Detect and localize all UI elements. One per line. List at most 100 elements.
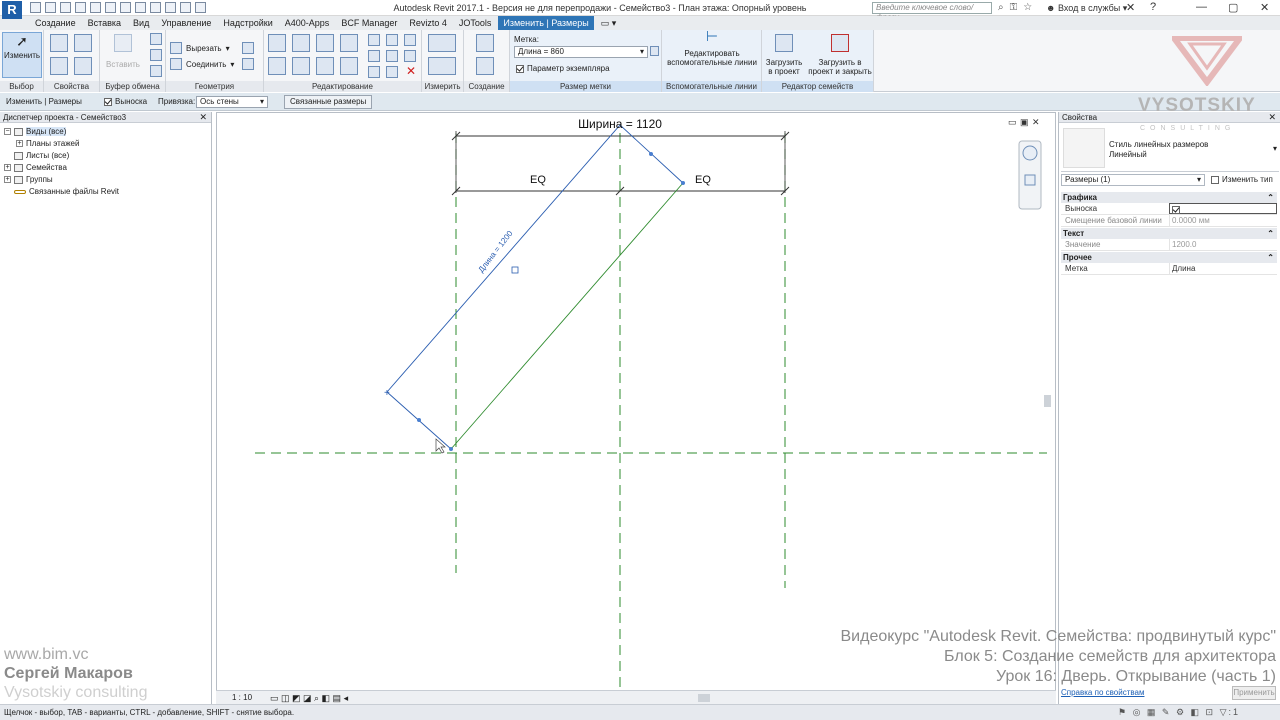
- view-scale[interactable]: 1 : 10: [232, 693, 252, 702]
- leader-checkbox[interactable]: Выноска: [104, 97, 147, 106]
- revit-app-icon[interactable]: R: [2, 1, 22, 19]
- help-icon[interactable]: ?: [1150, 1, 1156, 13]
- trim-extend-icon[interactable]: [340, 57, 358, 75]
- mirror-draw-axis-icon[interactable]: [340, 34, 358, 52]
- family-parameters-icon[interactable]: [650, 46, 659, 56]
- tab-manage[interactable]: Управление: [156, 16, 216, 30]
- tree-item-sheets[interactable]: Листы (все): [4, 151, 69, 160]
- tab-view[interactable]: Вид: [128, 16, 154, 30]
- linked-dimensions-button[interactable]: Связанные размеры: [284, 95, 373, 109]
- detail-level-icon[interactable]: ▭ ◫ ◩ ◪ ⌕ ◧ ▤ ◂: [270, 693, 348, 704]
- collapse-icon[interactable]: −: [4, 128, 11, 136]
- type-selector[interactable]: Стиль линейных размеров Линейный ▾: [1061, 126, 1279, 172]
- edit-type-button[interactable]: Изменить тип: [1211, 174, 1277, 186]
- switch-windows-icon[interactable]: [195, 2, 206, 13]
- dimension-icon[interactable]: [105, 2, 116, 13]
- copy-icon[interactable]: [150, 49, 162, 61]
- instance-filter-select[interactable]: Размеры (1) ▾: [1061, 174, 1205, 186]
- subscription-icon[interactable]: ⚿: [1010, 2, 1018, 13]
- panel-label-select[interactable]: Выбор: [0, 81, 43, 92]
- tab-bcf-manager[interactable]: BCF Manager: [336, 16, 402, 30]
- thin-lines-icon[interactable]: [165, 2, 176, 13]
- open-icon[interactable]: [30, 2, 41, 13]
- tab-addins[interactable]: Надстройки: [218, 16, 277, 30]
- delete-icon[interactable]: ✕: [406, 64, 416, 78]
- prop-group-text[interactable]: Текст ⌃: [1061, 228, 1277, 239]
- copy-element-icon[interactable]: [292, 57, 310, 75]
- close-icon[interactable]: ✕: [1268, 112, 1276, 123]
- paint-icon[interactable]: [242, 58, 254, 70]
- tab-a400-apps[interactable]: A400-Apps: [280, 16, 335, 30]
- prop-value-label[interactable]: Длина: [1169, 263, 1277, 275]
- exchange-icon[interactable]: ✕: [1126, 1, 1135, 14]
- tab-create[interactable]: Создание: [30, 16, 81, 30]
- tab-insert[interactable]: Вставка: [83, 16, 126, 30]
- unpin-icon[interactable]: [386, 66, 398, 78]
- join-geometry-button[interactable]: Соединить ▾: [170, 58, 234, 70]
- cut-icon[interactable]: [150, 33, 162, 45]
- tree-item-families[interactable]: + Семейства: [4, 163, 67, 172]
- prop-value-leader[interactable]: [1169, 203, 1277, 214]
- properties-icon[interactable]: [50, 34, 68, 52]
- label-dimension-select[interactable]: Длина = 860 ▾: [514, 46, 648, 58]
- 3d-view-icon[interactable]: [135, 2, 146, 13]
- drawing-area[interactable]: + Длина = 1200 Ширина = 1120 EQ EQ ▭ ▣ ✕: [216, 112, 1056, 704]
- create-group-icon[interactable]: [476, 57, 494, 75]
- text-icon[interactable]: [120, 2, 131, 13]
- tree-item-groups[interactable]: + Группы: [4, 175, 53, 184]
- split-face-icon[interactable]: [242, 42, 254, 54]
- expand-icon[interactable]: +: [16, 140, 23, 148]
- checkbox-checked-icon[interactable]: [1172, 205, 1180, 214]
- instance-parameter-checkbox[interactable]: Параметр экземпляра: [516, 64, 610, 73]
- collapse-icon[interactable]: ⌃: [1267, 192, 1274, 203]
- floor-plan-drawing[interactable]: + Длина = 1200 Ширина = 1120 EQ EQ ▭ ▣ ✕: [217, 113, 1056, 704]
- offset-icon[interactable]: [292, 34, 310, 52]
- split-element-icon[interactable]: [368, 34, 380, 46]
- close-hidden-icon[interactable]: [180, 2, 191, 13]
- sign-in-button[interactable]: ☻ Вход в службы ▾: [1046, 3, 1127, 14]
- status-icons[interactable]: ⚑ ◎ ▦ ✎ ⚙ ◧ ⊡ ▽:1: [1118, 707, 1240, 718]
- family-types-icon[interactable]: [50, 57, 68, 75]
- family-category-icon[interactable]: [74, 57, 92, 75]
- ribbon-minimize-toggle[interactable]: ▭ ▾: [596, 16, 622, 30]
- cut-geometry-button[interactable]: Вырезать ▾: [170, 42, 230, 54]
- maximize-icon[interactable]: ▢: [1228, 1, 1238, 14]
- close-window-icon[interactable]: ✕: [1260, 1, 1269, 14]
- prop-group-graphics[interactable]: Графика ⌃: [1061, 192, 1277, 203]
- undo-icon[interactable]: [60, 2, 71, 13]
- aligned-dimension-icon[interactable]: [428, 57, 456, 75]
- trim-single-icon[interactable]: [404, 34, 416, 46]
- create-similar-icon[interactable]: [476, 34, 494, 52]
- paste-button[interactable]: Вставить: [104, 32, 142, 69]
- move-icon[interactable]: [268, 57, 286, 75]
- modify-button[interactable]: ➚ Изменить: [2, 32, 42, 78]
- redo-icon[interactable]: [75, 2, 86, 13]
- tree-item-views[interactable]: − Виды (все): [4, 127, 67, 136]
- measure-icon[interactable]: [90, 2, 101, 13]
- scale-icon[interactable]: [386, 50, 398, 62]
- search-icon[interactable]: ⌕: [998, 2, 1004, 13]
- load-into-project-button[interactable]: Загрузить в проект: [764, 32, 804, 76]
- edit-reference-lines-button[interactable]: ⊢ Редактировать вспомогательные линии: [664, 29, 760, 67]
- search-input[interactable]: Введите ключевое слово/фразу: [872, 2, 992, 22]
- split-gap-icon[interactable]: [386, 34, 398, 46]
- expand-icon[interactable]: +: [4, 176, 11, 184]
- section-icon[interactable]: [150, 2, 161, 13]
- apply-button[interactable]: Применить: [1232, 686, 1276, 700]
- type-properties-icon[interactable]: [74, 34, 92, 52]
- expand-icon[interactable]: +: [4, 164, 11, 172]
- prop-group-other[interactable]: Прочее ⌃: [1061, 252, 1277, 263]
- collapse-icon[interactable]: ⌃: [1267, 228, 1274, 239]
- measure-distance-icon[interactable]: [428, 34, 456, 52]
- tree-item-revit-links[interactable]: Связанные файлы Revit: [4, 187, 119, 196]
- tab-modify-dimensions[interactable]: Изменить | Размеры: [498, 16, 594, 30]
- collapse-icon[interactable]: ⌃: [1267, 252, 1274, 263]
- rotate-icon[interactable]: [316, 57, 334, 75]
- save-icon[interactable]: [45, 2, 56, 13]
- tab-revizto[interactable]: Revizto 4: [404, 16, 452, 30]
- minimize-icon[interactable]: —: [1196, 1, 1207, 13]
- tree-item-floor-plans[interactable]: + Планы этажей: [16, 139, 79, 148]
- array-icon[interactable]: [368, 50, 380, 62]
- properties-help-link[interactable]: Справка по свойствам: [1061, 688, 1144, 697]
- favorites-icon[interactable]: ☆: [1023, 2, 1032, 13]
